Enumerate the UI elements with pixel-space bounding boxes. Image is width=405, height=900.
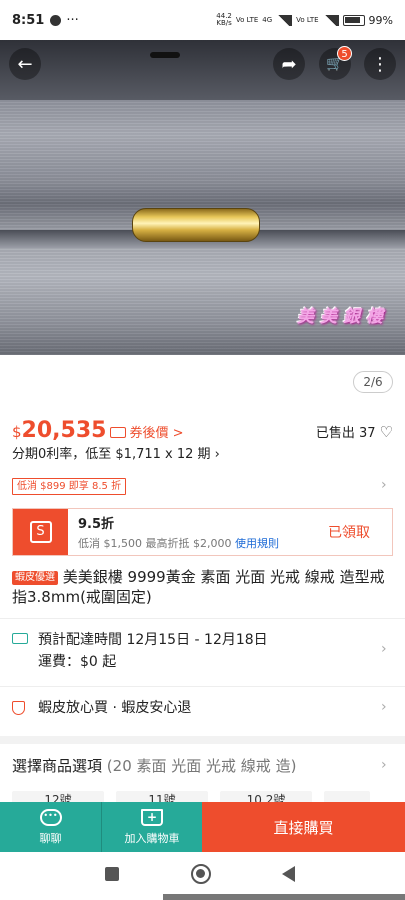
voucher-info: 9.5折 低消 $1,500 最高折抵 $2,000 使用規則 bbox=[68, 513, 328, 551]
status-bar: 8:51 ··· 44.2 KB/s Vo LTE 4G Vo LTE 99% bbox=[0, 0, 405, 40]
add-to-cart-label: 加入購物車 bbox=[124, 831, 180, 845]
more-vertical-icon: ⋮ bbox=[371, 53, 389, 75]
volte-icon-2: Vo LTE bbox=[296, 15, 319, 24]
variant-label: 選擇商品選項 bbox=[12, 757, 103, 775]
add-to-cart-button[interactable]: + 加入購物車 bbox=[101, 802, 202, 852]
voucher-claimed-button[interactable]: 已領取 bbox=[328, 522, 392, 542]
image-page-indicator: 2/6 bbox=[353, 371, 393, 393]
heart-icon[interactable]: ♡ bbox=[380, 423, 393, 441]
share-icon: ➦ bbox=[281, 53, 297, 75]
chevron-right-icon: › bbox=[381, 757, 387, 773]
overflow-notifications-icon: ··· bbox=[66, 12, 79, 28]
shop-discount-chip[interactable]: 低消 $899 即享 8.5 折 bbox=[12, 478, 127, 495]
product-title-text: 美美銀樓 9999黃金 素面 光面 光戒 線戒 造型戒指3.8mm(戒圍固定) bbox=[12, 568, 385, 606]
chevron-right-icon[interactable]: › bbox=[381, 477, 387, 493]
clock: 8:51 bbox=[12, 12, 45, 28]
nav-back-icon[interactable] bbox=[282, 866, 295, 882]
voucher-condition: 低消 $1,500 最高折抵 $2,000 bbox=[78, 537, 232, 550]
section-gap bbox=[0, 736, 405, 744]
signal-icon-2 bbox=[322, 14, 339, 26]
notification-icon bbox=[50, 14, 62, 26]
divider bbox=[0, 686, 405, 687]
shield-icon bbox=[12, 701, 25, 715]
delivery-row[interactable]: 預計配達時間 12月15日 - 12月18日 運費：$0 起 › bbox=[12, 629, 393, 673]
installment-info[interactable]: 分期0利率，低至 $1,711 x 12 期 › bbox=[12, 443, 220, 462]
truck-icon bbox=[12, 633, 28, 644]
assurance-row[interactable]: 蝦皮放心買 · 蝦皮安心退 › bbox=[12, 697, 393, 719]
chat-icon: ••• bbox=[39, 808, 62, 826]
shipping-fee: 運費：$0 起 bbox=[38, 654, 117, 670]
product-title: 蝦皮優選 美美銀樓 9999黃金 素面 光面 光戒 線戒 造型戒指3.8mm(戒… bbox=[12, 567, 393, 607]
chat-label: 聊聊 bbox=[39, 831, 62, 845]
4g-icon: 4G bbox=[262, 15, 273, 24]
variant-selector[interactable]: 選擇商品選項 (20 素面 光面 光戒 線戒 造) › bbox=[12, 755, 393, 776]
share-button[interactable]: ➦ bbox=[273, 48, 305, 80]
chat-button[interactable]: ••• 聊聊 bbox=[0, 802, 101, 852]
variant-detail: (20 素面 光面 光戒 線戒 造) bbox=[106, 757, 297, 775]
gold-ring bbox=[132, 208, 260, 242]
chevron-right-icon: › bbox=[381, 641, 387, 657]
coupon-price-link[interactable]: 券後價 > bbox=[129, 422, 183, 441]
coupon-icon bbox=[110, 427, 127, 438]
preferred-tag: 蝦皮優選 bbox=[12, 571, 58, 585]
ring-box-slot bbox=[150, 52, 180, 58]
back-button[interactable]: ← bbox=[9, 48, 41, 80]
usage-rules-link[interactable]: 使用規則 bbox=[235, 537, 279, 550]
add-cart-icon: + bbox=[141, 808, 163, 826]
shopping-bag-icon: S bbox=[29, 521, 52, 543]
voucher-desc: 低消 $1,500 最高折抵 $2,000 使用規則 bbox=[78, 535, 328, 551]
home-icon[interactable] bbox=[191, 864, 211, 884]
chevron-right-icon: › bbox=[381, 699, 387, 715]
battery-percent: 99% bbox=[368, 13, 393, 27]
voucher-title: 9.5折 bbox=[78, 517, 115, 532]
watermark: 美美銀樓 bbox=[297, 307, 389, 327]
price-row: $ 20,535 券後價 > 已售出 37 ♡ bbox=[12, 418, 393, 443]
voucher-card[interactable]: S 9.5折 低消 $1,500 最高折抵 $2,000 使用規則 已領取 bbox=[12, 508, 393, 556]
assurance-text: 蝦皮放心買 · 蝦皮安心退 bbox=[38, 700, 192, 716]
delivery-eta: 預計配達時間 12月15日 - 12月18日 bbox=[38, 632, 268, 648]
product-image[interactable]: 美美銀樓 bbox=[0, 40, 405, 355]
sold-count: 已售出 37 bbox=[315, 426, 376, 441]
recent-apps-icon[interactable] bbox=[105, 867, 119, 881]
back-arrow-icon: ← bbox=[17, 53, 33, 75]
volte-icon: Vo LTE bbox=[235, 15, 259, 24]
net-speed: 44.2 KB/s bbox=[216, 13, 232, 27]
voucher-badge: S bbox=[13, 509, 68, 555]
price-currency: $ bbox=[12, 423, 22, 441]
net-speed-unit: KB/s bbox=[216, 19, 232, 27]
battery-icon bbox=[342, 14, 365, 26]
signal-icon bbox=[276, 14, 293, 26]
gesture-bar bbox=[163, 894, 405, 900]
status-icons: 44.2 KB/s Vo LTE 4G Vo LTE 99% bbox=[216, 13, 393, 27]
bottom-action-bar: ••• 聊聊 + 加入購物車 直接購買 bbox=[0, 802, 405, 852]
buy-now-button[interactable]: 直接購買 bbox=[202, 802, 405, 852]
more-button[interactable]: ⋮ bbox=[364, 48, 396, 80]
divider bbox=[0, 618, 405, 619]
price-value: 20,535 bbox=[21, 418, 107, 443]
cart-count-badge: 5 bbox=[337, 46, 352, 61]
